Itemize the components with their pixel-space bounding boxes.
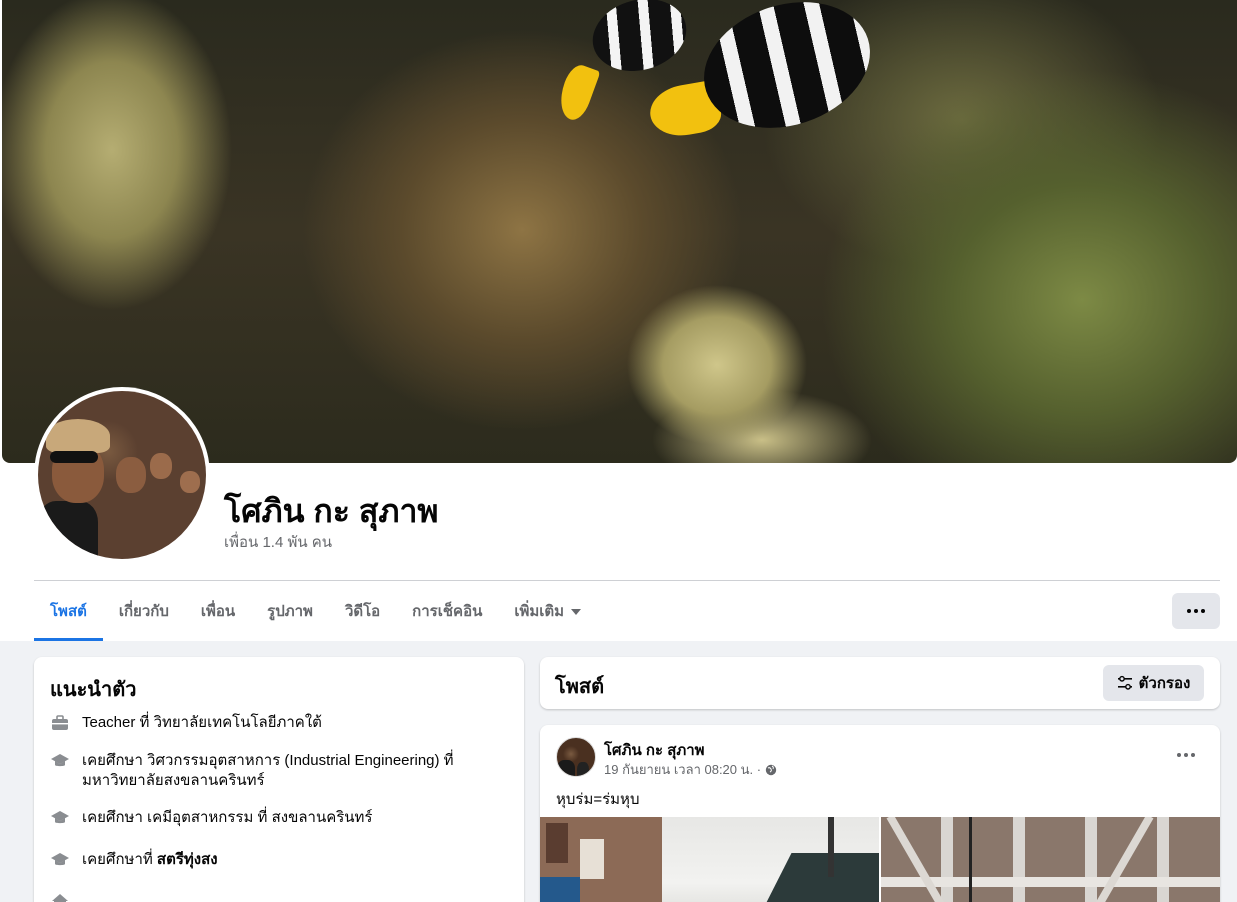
caret-down-icon — [571, 609, 582, 615]
post-photo-2[interactable] — [881, 817, 1220, 902]
intro-item-work: Teacher ที่ วิทยาลัยเทคโนโลยีภาคใต้ — [50, 713, 482, 733]
clownfish — [584, 0, 695, 82]
intro-item-education-3: เคยศึกษาที่ สตรีทุ่งสง — [50, 850, 482, 870]
posts-title: โพสต์ — [555, 676, 605, 698]
graduation-cap-icon — [51, 811, 69, 824]
tab-checkins[interactable]: การเช็คอิน — [396, 581, 498, 641]
filter-sliders-icon — [1117, 675, 1132, 690]
graduation-cap-icon — [51, 853, 69, 866]
post-author-avatar[interactable] — [556, 737, 596, 777]
friends-count[interactable]: เพื่อน 1.4 พัน คน — [224, 530, 332, 554]
profile-more-button[interactable] — [1172, 593, 1220, 629]
cover-photo[interactable] — [2, 0, 1237, 463]
intro-item-partial — [50, 892, 82, 902]
fish-fin — [553, 61, 601, 124]
intro-item-education-2: เคยศึกษา เคมีอุตสาหกรรม ที่ สงขลานครินทร… — [50, 808, 482, 828]
tab-posts[interactable]: โพสต์ — [34, 581, 103, 641]
profile-tabs: โพสต์ เกี่ยวกับ เพื่อน รูปภาพ วิดีโอ การ… — [34, 581, 597, 641]
tab-friends[interactable]: เพื่อน — [185, 581, 251, 641]
clownfish — [687, 0, 887, 149]
tab-more[interactable]: เพิ่มเติม — [498, 581, 597, 641]
post-text: หุบร่ม=ร่มหุบ — [556, 791, 640, 808]
filter-button[interactable]: ตัวกรอง — [1103, 665, 1204, 701]
more-dots-icon — [1177, 753, 1195, 757]
briefcase-icon — [52, 715, 68, 730]
profile-avatar[interactable] — [38, 391, 206, 559]
posts-header-card: โพสต์ ตัวกรอง — [540, 657, 1220, 709]
tab-videos[interactable]: วิดีโอ — [329, 581, 396, 641]
post-options-button[interactable] — [1168, 737, 1204, 773]
post-photo-1[interactable] — [540, 817, 879, 902]
tab-about[interactable]: เกี่ยวกับ — [103, 581, 185, 641]
intro-card: แนะนำตัว Teacher ที่ วิทยาลัยเทคโนโลยีภา… — [34, 657, 524, 902]
intro-item-education-1: เคยศึกษา วิศวกรรมอุตสาหการ (Industrial E… — [50, 751, 482, 791]
tab-photos[interactable]: รูปภาพ — [251, 581, 329, 641]
globe-icon — [765, 764, 777, 775]
home-icon — [52, 894, 68, 902]
graduation-cap-icon — [51, 754, 69, 767]
post-card: โศภิน กะ สุภาพ 19 กันยายน เวลา 08:20 น. … — [540, 725, 1220, 902]
more-dots-icon — [1187, 609, 1205, 613]
intro-title: แนะนำตัว — [50, 679, 137, 701]
school-link[interactable]: สตรีทุ่งสง — [157, 851, 218, 868]
post-meta: 19 กันยายน เวลา 08:20 น. · — [604, 759, 777, 780]
post-timestamp[interactable]: 19 กันยายน เวลา 08:20 น. · — [604, 759, 761, 780]
